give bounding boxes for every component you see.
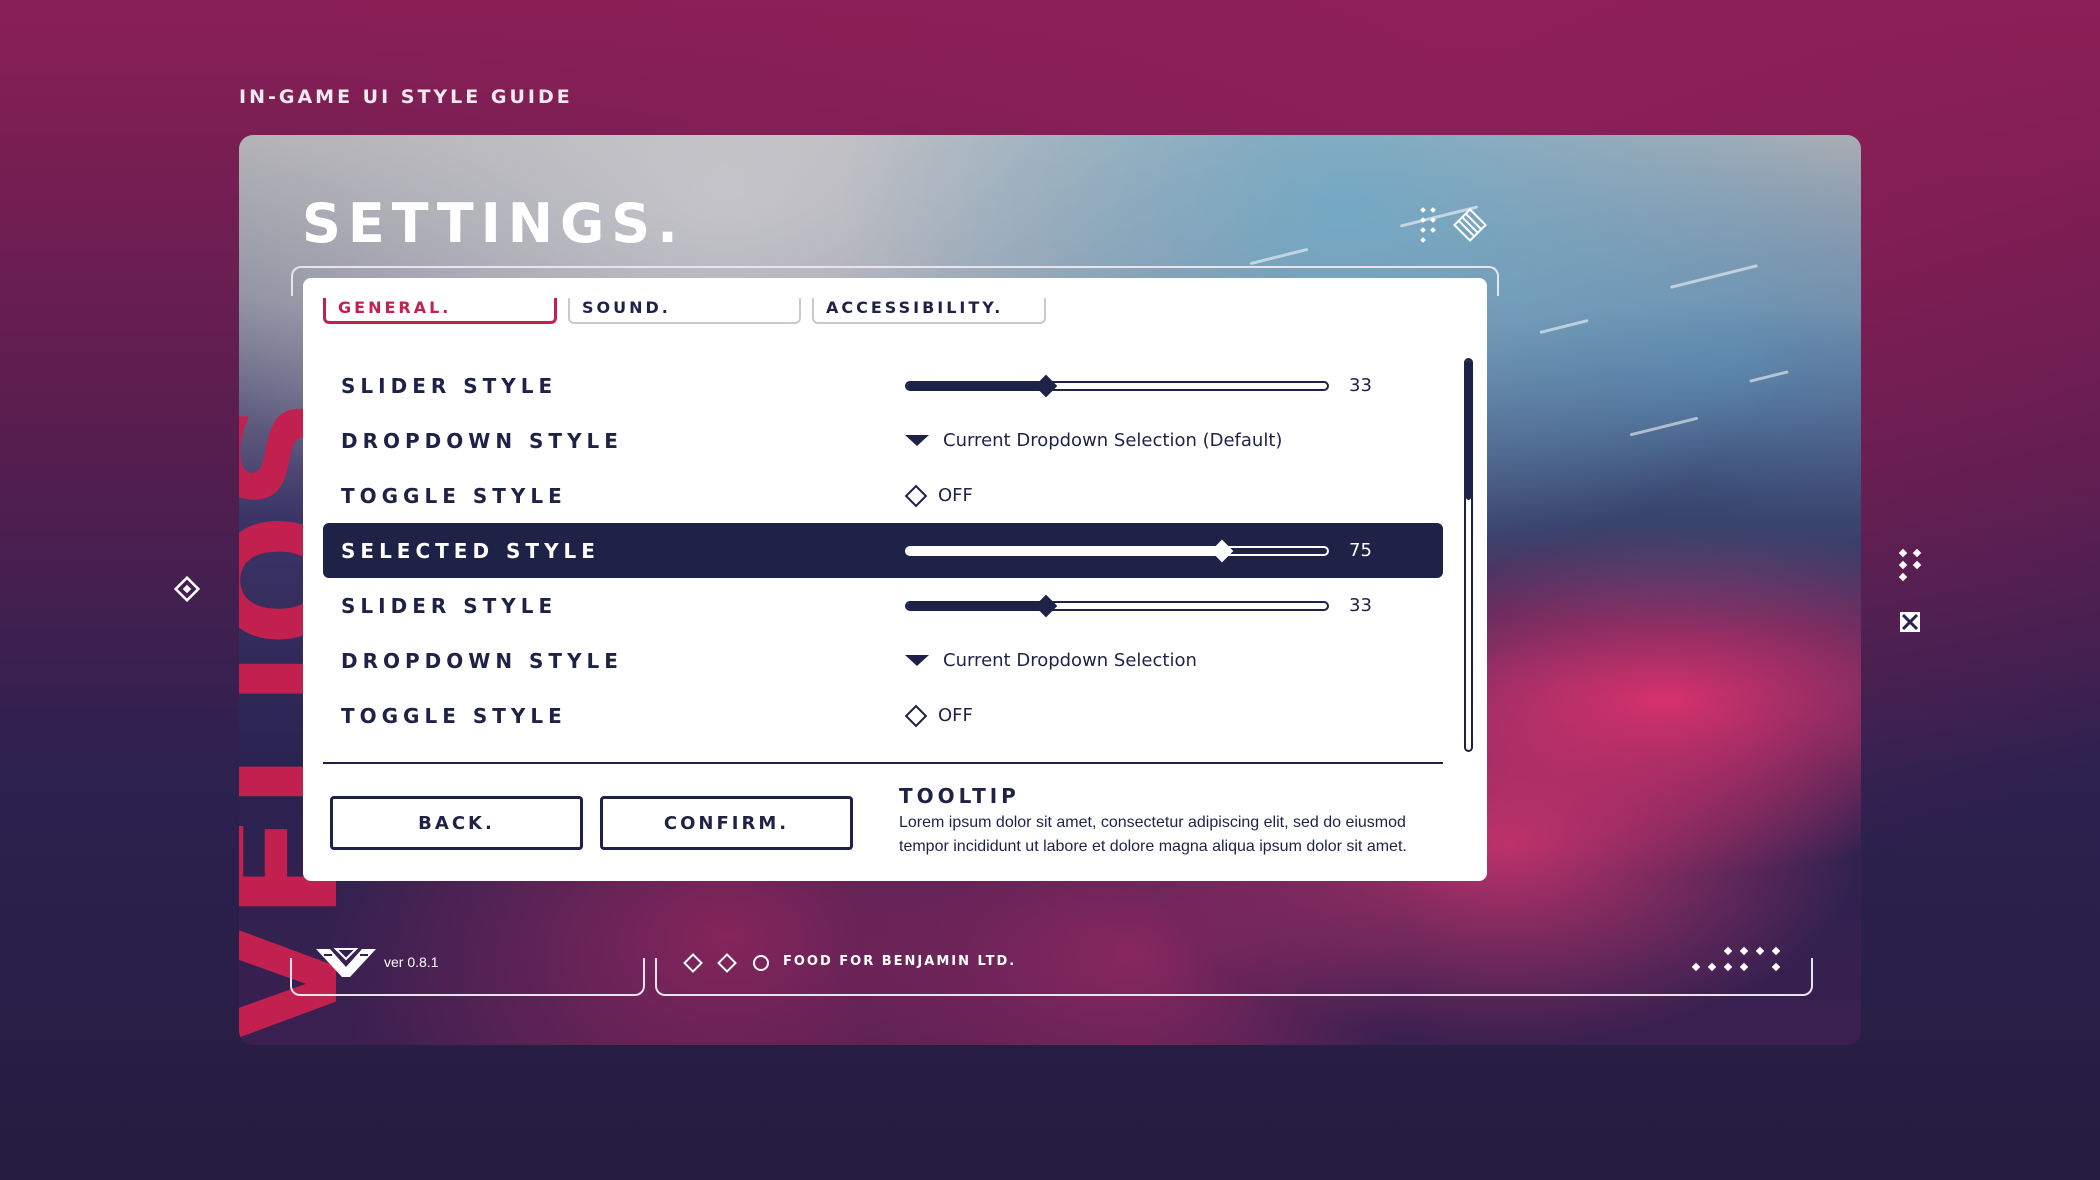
style-guide-title: IN-GAME UI STYLE GUIDE <box>239 86 573 108</box>
setting-row-toggle[interactable]: TOGGLE STYLE OFF <box>323 468 1443 523</box>
slider-fill <box>907 602 1046 609</box>
brand-logo-icon <box>316 945 376 982</box>
circle-outline-icon <box>753 955 769 971</box>
setting-row-dropdown[interactable]: DROPDOWN STYLE Current Dropdown Selectio… <box>323 413 1443 468</box>
slider-thumb[interactable] <box>1210 539 1234 562</box>
setting-label: SLIDER STYLE <box>341 593 558 618</box>
dropdown-value: Current Dropdown Selection <box>943 650 1197 671</box>
setting-row-toggle[interactable]: TOGGLE STYLE OFF <box>323 688 1443 743</box>
setting-label: TOGGLE STYLE <box>341 703 567 728</box>
slider-value: 33 <box>1349 375 1372 396</box>
slider-track[interactable] <box>905 374 1329 397</box>
confirm-button[interactable]: CONFIRM. <box>600 796 853 850</box>
setting-row-slider[interactable]: SLIDER STYLE 33 <box>323 578 1443 633</box>
toggle-diamond-icon <box>904 484 928 507</box>
tab-general[interactable]: GENERAL. <box>323 298 557 324</box>
setting-label: SLIDER STYLE <box>341 373 558 398</box>
toggle-value: OFF <box>938 485 973 506</box>
settings-panel: GENERAL. SOUND. ACCESSIBILITY. SLIDER ST… <box>303 278 1487 881</box>
slider-track[interactable] <box>905 594 1329 617</box>
setting-label: TOGGLE STYLE <box>341 483 567 508</box>
slider-fill <box>907 547 1222 554</box>
setting-row-selected[interactable]: SELECTED STYLE 75 <box>323 523 1443 578</box>
dots-grid-icon <box>1898 548 1922 632</box>
tab-accessibility[interactable]: ACCESSIBILITY. <box>812 298 1046 324</box>
slider-fill <box>907 382 1046 389</box>
diamond-nav-left-icon[interactable] <box>173 575 201 607</box>
toggle-switch[interactable]: OFF <box>904 704 973 727</box>
settings-title: SETTINGS. <box>302 192 685 255</box>
scrollbar[interactable] <box>1464 358 1473 752</box>
right-side-icons <box>1898 548 1928 643</box>
dropdown-arrow-icon <box>905 655 929 666</box>
settings-tabs: GENERAL. SOUND. ACCESSIBILITY. <box>323 298 1046 324</box>
slider-value: 33 <box>1349 595 1372 616</box>
setting-row-dropdown[interactable]: DROPDOWN STYLE Current Dropdown Selectio… <box>323 633 1443 688</box>
setting-label: SELECTED STYLE <box>341 538 600 563</box>
back-button[interactable]: BACK. <box>330 796 583 850</box>
dropdown-value: Current Dropdown Selection (Default) <box>943 430 1283 451</box>
slider-thumb[interactable] <box>1034 374 1057 397</box>
setting-label: DROPDOWN STYLE <box>341 428 623 453</box>
slider-track[interactable] <box>905 539 1329 562</box>
tooltip-body: Lorem ipsum dolor sit amet, consectetur … <box>899 814 1407 855</box>
dots-hatch-decoration-icon <box>1418 205 1488 250</box>
dropdown-select[interactable]: Current Dropdown Selection (Default) <box>905 430 1282 451</box>
tab-sound[interactable]: SOUND. <box>568 298 801 324</box>
toggle-switch[interactable]: OFF <box>904 484 973 507</box>
diamond-outline-icon <box>683 953 703 973</box>
dropdown-select[interactable]: Current Dropdown Selection <box>905 650 1197 671</box>
settings-list: SLIDER STYLE 33 DROPDOWN STYLE Current D… <box>323 358 1443 743</box>
footer-dots-icon <box>1685 946 1795 985</box>
tooltip-title: TOOLTIP <box>899 784 1020 808</box>
scrollbar-thumb[interactable] <box>1466 360 1471 500</box>
toggle-value: OFF <box>938 705 973 726</box>
slider-value: 75 <box>1349 540 1372 561</box>
dropdown-arrow-icon <box>905 435 929 446</box>
version-label: ver 0.8.1 <box>384 954 439 970</box>
footer-shapes <box>683 953 771 973</box>
diamond-outline-icon <box>717 953 737 973</box>
setting-row-slider[interactable]: SLIDER STYLE 33 <box>323 358 1443 413</box>
setting-label: DROPDOWN STYLE <box>341 648 623 673</box>
divider <box>323 762 1443 764</box>
slider-thumb[interactable] <box>1034 594 1057 617</box>
toggle-diamond-icon <box>904 704 928 727</box>
company-name: FOOD FOR BENJAMIN LTD. <box>783 954 1017 969</box>
